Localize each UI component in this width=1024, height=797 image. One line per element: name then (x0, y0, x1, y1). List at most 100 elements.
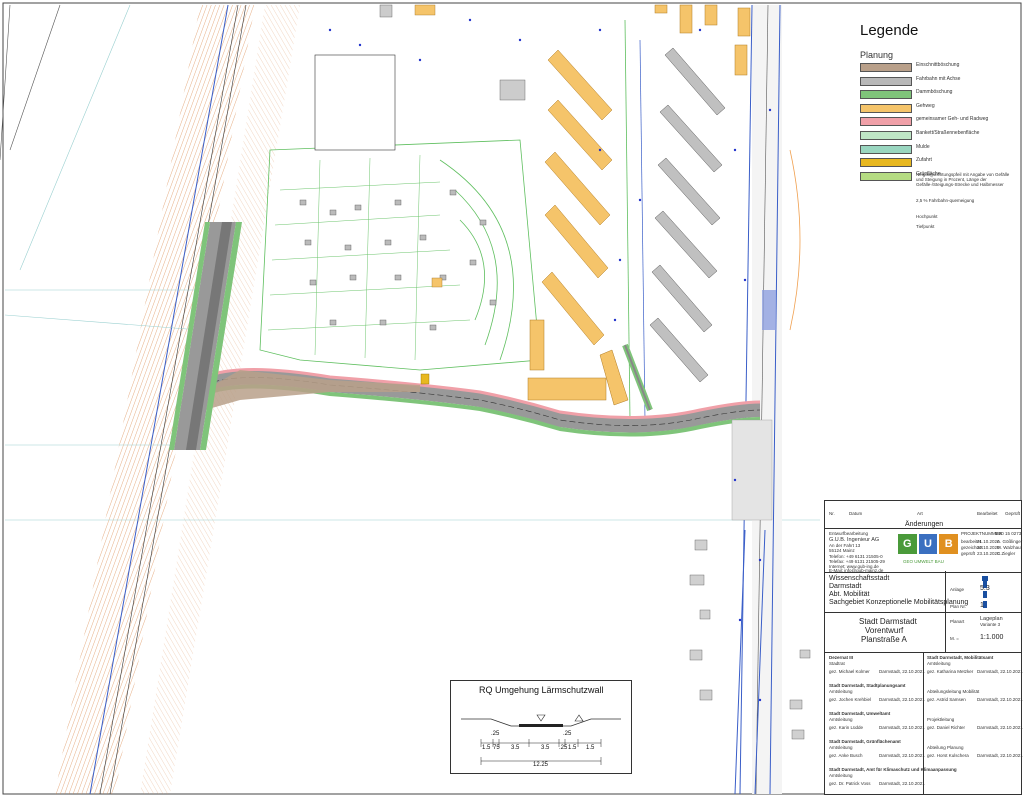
legend-swatch (860, 63, 912, 72)
engineer-row-role: geprüft (961, 551, 976, 556)
client-line-2: Darmstadt (829, 583, 862, 590)
signature-date: Darmstadt, 22.10.2021 (977, 753, 1023, 758)
legend-item: Mulde (860, 144, 1000, 154)
dim-6: 1.5 (568, 745, 577, 751)
field-label-plan-nr: Plan Nr. (950, 604, 967, 609)
legend-item-label: Einschnittböschung (916, 62, 960, 68)
existing-buildings (649, 47, 726, 383)
vertical-main-road (739, 4, 801, 795)
project-number: M20 15 0273 (995, 531, 1022, 536)
field-value-variant: Variante 3 (980, 622, 1001, 627)
legend-swatch (860, 103, 912, 113)
engineer-label: Entwurfbearbeitung (829, 531, 869, 536)
field-value-plan-nr: 1 (980, 602, 984, 609)
signature-date: Darmstadt, 22.10.2021 (977, 697, 1023, 702)
signature-date: Darmstadt, 22.10.2021 (879, 669, 925, 674)
signature-sub: Abteilungsleitung Mobilität (927, 689, 980, 694)
legend-item: Zufahrt (860, 157, 1000, 168)
changes-col-art: Art (917, 511, 923, 516)
dim-7: 1.5 (586, 745, 595, 751)
legend-swatch (860, 131, 912, 140)
legend-swatch (860, 158, 912, 168)
signature-date: Darmstadt, 22.10.2021 (977, 669, 1023, 674)
legend-section: Planung (860, 50, 894, 60)
gub-logo: G U B (898, 534, 959, 554)
engineer-row-name: A. Gößlinger (997, 539, 1023, 544)
legend-item: Einschnittböschung (860, 62, 1000, 72)
signature-sub: Abteilung Planung (927, 745, 964, 750)
project-name: Planstraße A (861, 635, 907, 644)
changes-col-bearbeitet: Bearbeitet (977, 511, 998, 516)
field-label-scale: M. = (950, 636, 959, 641)
building-outline (314, 54, 396, 151)
legend-item-label: Mulde (916, 143, 930, 150)
field-label-anlage: Anlage (950, 587, 965, 592)
dim-4: 3.5 (541, 745, 550, 751)
legend-item: Gehweg (860, 103, 1000, 113)
changes-col-geprueft: Geprüft (1005, 511, 1021, 516)
signature-date: Darmstadt, 22.10.2021 (879, 697, 925, 702)
legend-swatch (860, 76, 912, 86)
field-value-anlage: 5.3 (980, 585, 990, 592)
signature-sub: Amtsleitung (829, 745, 853, 750)
gub-logo-subtitle: GEO UMWELT BAU (903, 559, 944, 564)
legend-item: gemeinsamer Geh- und Radweg (860, 116, 1000, 127)
changes-table: Nr. Datum Art Bearbeitet Geprüft Änderun… (824, 500, 1022, 530)
signature-date: Darmstadt, 22.10.2021 (879, 725, 925, 730)
project-phase: Vorentwurf (865, 626, 904, 635)
signature-sub: Amtsleitung (829, 773, 853, 778)
changes-col-nr: Nr. (829, 511, 835, 516)
signature-sub: Amtsleitung (829, 689, 853, 694)
signature-name: gez. Dr. Patrick Voss (829, 781, 871, 786)
dim-5: .25 (559, 745, 568, 751)
legend-item-label: gemeinsamer Geh- und Radweg (916, 116, 989, 123)
planned-road-planstrasse-a (202, 343, 761, 437)
signature-sub: Stadtrat (829, 661, 845, 666)
plan-sheet: Legende Planung Einschnittböschung Fahrba… (0, 0, 1024, 797)
project-block: Stadt Darmstadt Vorentwurf Planstraße A … (824, 571, 1022, 654)
signature-date: Darmstadt, 22.10.2021 (879, 753, 925, 758)
legend-swatch (860, 90, 912, 100)
engineer-row-name: C.Ziegler (997, 551, 1016, 556)
dim-2: 75 (493, 745, 500, 751)
field-label-planart: Planart (950, 619, 965, 624)
signature-office: Stadt Darmstadt, Mobilitätsamt (927, 655, 994, 660)
residential-area (259, 139, 541, 371)
cross-section-drawing (461, 714, 621, 765)
signature-name: gez. Daniel Richter (927, 725, 966, 730)
changes-col-datum: Datum (849, 511, 863, 516)
signatures-block: Dezernat III Stadtrat gez. Michael Kolmer D… (824, 652, 1023, 795)
legend-item-label: Fahrbahn mit Achse (916, 75, 961, 82)
changes-heading: Änderungen (905, 521, 944, 528)
engineer-row-name: M. Walzhauf (997, 545, 1022, 550)
signature-date: Darmstadt, 22.10.2021 (977, 725, 1023, 730)
legend-item-label: Zufahrt (916, 157, 932, 164)
engineer-block: Entwurfbearbeitung G.U.B. Ingenieur AG A… (824, 528, 1022, 574)
signature-sub: Projektleitung (927, 717, 955, 722)
legend-swatch (860, 171, 912, 181)
dim-1: 1.5 (482, 745, 491, 751)
legend-swatch (860, 144, 912, 154)
legend-symbol-label: 2,5 % Fahrbahn-quemeigung (916, 198, 975, 203)
dim-3: 3.5 (511, 745, 520, 751)
signature-name: gez. Jochen Krehbiel (829, 697, 872, 702)
legend-symbol-label: Tiefpunkt (916, 224, 935, 229)
legend-title: Legende (860, 22, 919, 39)
legend-item: Bankett/Straßennebenfläche (860, 130, 1000, 140)
rail-corridor (0, 4, 300, 795)
field-value-scale: 1:1.000 (980, 634, 1004, 641)
legend-symbol-label: Hochpunkt (916, 214, 938, 219)
dim-upper-1: .25 (491, 731, 500, 737)
legend-swatch (860, 117, 912, 127)
signature-sub: Amtsleitung (829, 717, 853, 722)
client-line-3: Abt. Mobilität (829, 591, 870, 598)
dim-upper-2: .25 (563, 731, 572, 737)
legend-item: Dammböschung (860, 89, 1000, 100)
legend-item-label: Bankett/Straßennebenfläche (916, 130, 980, 136)
signature-name: gez. Horst Kulschera (927, 753, 969, 758)
cross-section-box: RQ Umgehung Lärmschutzwall 1.5 75 3.5 3.… (450, 680, 632, 774)
signature-name: gez. Anke Busch (829, 753, 863, 758)
legend-symbol-label: Neigungsrichtungspfeil mit Angabe von Ge… (916, 172, 1010, 187)
planned-buildings (527, 4, 751, 406)
signature-name: gez. Karin Lüdde (829, 725, 864, 730)
